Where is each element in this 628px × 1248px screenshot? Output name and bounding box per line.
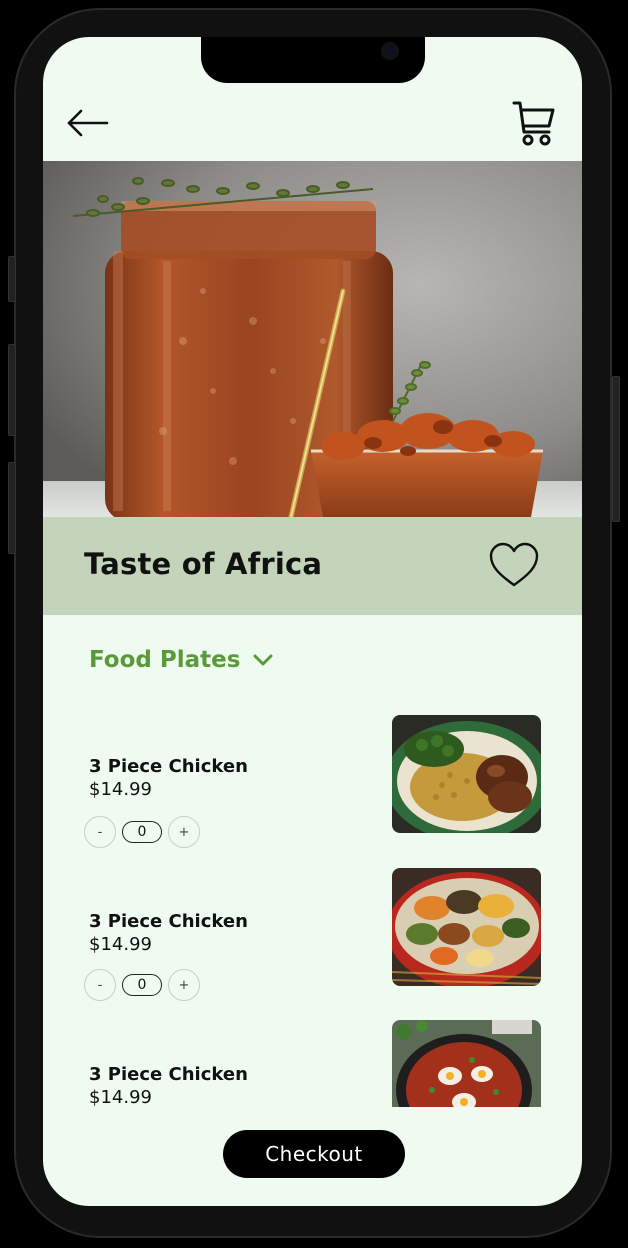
quantity-value: 0 [122, 821, 162, 843]
item-price: $14.99 [89, 934, 152, 955]
quantity-stepper: - 0 + [84, 816, 200, 848]
menu-item[interactable]: 3 Piece Chicken $14.99 - 0 + [43, 868, 582, 1008]
item-price: $14.99 [89, 779, 152, 800]
shopping-cart-icon [512, 101, 555, 146]
restaurant-name: Taste of Africa [84, 547, 323, 581]
category-label: Food Plates [89, 647, 241, 673]
top-bar [43, 92, 582, 162]
front-camera [381, 42, 399, 60]
power-button [612, 376, 620, 522]
decrement-button[interactable]: - [84, 969, 116, 1001]
hero-food-photo [43, 161, 582, 517]
item-photo [392, 715, 541, 833]
category-dropdown[interactable]: Food Plates [89, 642, 274, 678]
mute-switch [8, 256, 16, 302]
arrow-left-icon [67, 109, 109, 137]
volume-up-button [8, 344, 16, 436]
checkout-button[interactable]: Checkout [223, 1130, 405, 1178]
volume-down-button [8, 462, 16, 554]
item-price: $14.99 [89, 1087, 152, 1107]
chevron-down-icon [253, 654, 273, 666]
heart-outline-icon [489, 542, 539, 587]
menu-item[interactable]: 3 Piece Chicken $14.99 - 0 + [43, 715, 582, 855]
item-photo [392, 1020, 541, 1107]
menu-item[interactable]: 3 Piece Chicken $14.99 [43, 1020, 582, 1107]
item-name: 3 Piece Chicken [89, 756, 248, 777]
increment-button[interactable]: + [168, 969, 200, 1001]
increment-button[interactable]: + [168, 816, 200, 848]
menu-list: 3 Piece Chicken $14.99 - 0 + 3 Piece Chi… [43, 707, 582, 1107]
notch [201, 37, 425, 83]
restaurant-header: Taste of Africa [43, 517, 582, 615]
item-photo [392, 868, 541, 986]
item-name: 3 Piece Chicken [89, 911, 248, 932]
favorite-button[interactable] [488, 541, 540, 591]
app-screen: Taste of Africa Food Plates 3 Piece Chic… [43, 37, 582, 1206]
item-name: 3 Piece Chicken [89, 1064, 248, 1085]
quantity-value: 0 [122, 974, 162, 996]
decrement-button[interactable]: - [84, 816, 116, 848]
cart-button[interactable] [511, 98, 557, 148]
back-button[interactable] [65, 100, 111, 146]
quantity-stepper: - 0 + [84, 969, 200, 1001]
